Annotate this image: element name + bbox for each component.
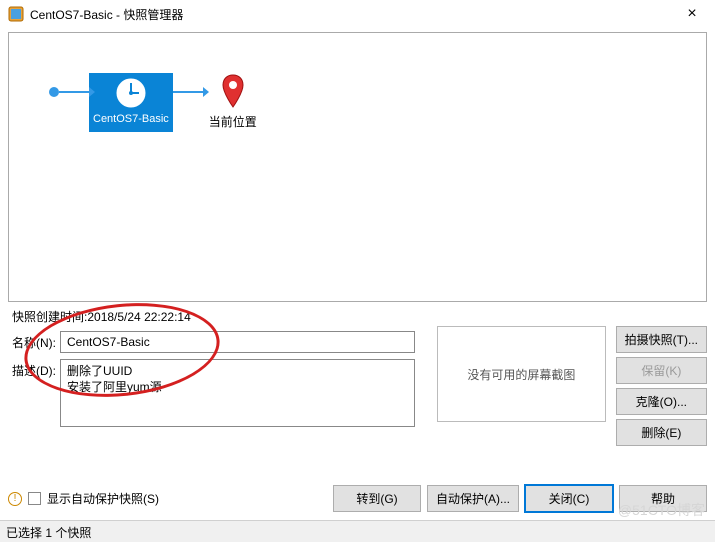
pin-icon xyxy=(220,73,246,109)
bottom-bar: ! 显示自动保护快照(S) 转到(G) 自动保护(A)... 关闭(C) 帮助 xyxy=(8,485,707,512)
arrow-icon xyxy=(59,91,89,93)
screenshot-preview: 没有可用的屏幕截图 xyxy=(437,326,606,422)
auto-protect-button[interactable]: 自动保护(A)... xyxy=(427,485,519,512)
titlebar: CentOS7-Basic - 快照管理器 × xyxy=(0,0,715,28)
name-input[interactable] xyxy=(60,331,415,353)
show-auto-protect-checkbox[interactable] xyxy=(28,492,41,505)
take-snapshot-button[interactable]: 拍摄快照(T)... xyxy=(616,326,707,353)
description-input[interactable] xyxy=(60,359,415,427)
close-icon[interactable]: × xyxy=(677,5,707,23)
arrow-icon xyxy=(173,91,203,93)
name-label: 名称(N): xyxy=(8,331,60,351)
app-icon xyxy=(8,6,24,22)
snapshot-label: CentOS7-Basic xyxy=(93,113,169,126)
watermark: @51CTO博客 xyxy=(618,500,705,520)
snapshot-node[interactable]: CentOS7-Basic xyxy=(89,73,173,132)
show-auto-protect-label: 显示自动保护快照(S) xyxy=(47,490,159,507)
current-location-label: 当前位置 xyxy=(203,113,263,130)
status-bar: 已选择 1 个快照 xyxy=(0,520,715,542)
snapshot-tree-panel: CentOS7-Basic 当前位置 xyxy=(8,32,707,302)
current-location-node[interactable]: 当前位置 xyxy=(203,73,263,130)
details-panel: 快照创建时间:2018/5/24 22:22:14 名称(N): 描述(D): … xyxy=(8,308,707,427)
keep-button[interactable]: 保留(K) xyxy=(616,357,707,384)
created-time: 快照创建时间:2018/5/24 22:22:14 xyxy=(12,308,707,325)
close-button[interactable]: 关闭(C) xyxy=(525,485,613,512)
start-node xyxy=(49,87,59,97)
window-title: CentOS7-Basic - 快照管理器 xyxy=(30,6,677,23)
delete-button[interactable]: 删除(E) xyxy=(616,419,707,446)
clone-button[interactable]: 克隆(O)... xyxy=(616,388,707,415)
snapshot-flow: CentOS7-Basic 当前位置 xyxy=(49,73,686,132)
goto-button[interactable]: 转到(G) xyxy=(333,485,421,512)
clock-icon xyxy=(113,75,149,111)
warning-icon: ! xyxy=(8,492,22,506)
description-label: 描述(D): xyxy=(8,359,60,379)
